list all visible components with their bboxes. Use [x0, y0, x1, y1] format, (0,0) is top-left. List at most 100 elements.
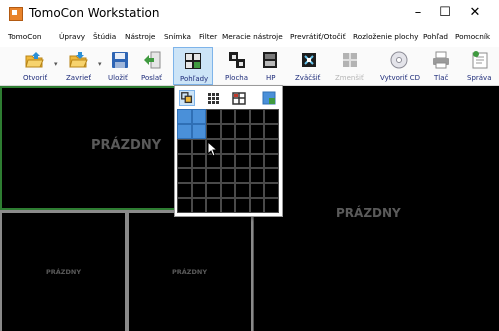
message-button[interactable]: Správa	[465, 47, 495, 85]
app-icon	[9, 7, 23, 21]
layout-grid-cell[interactable]	[177, 153, 192, 169]
views-button[interactable]: Pohľady	[173, 47, 213, 85]
menu-nastroje[interactable]: Nástroje	[125, 32, 155, 41]
menu-meracie-nastroje[interactable]: Meracie nástroje	[222, 32, 283, 41]
send-icon	[144, 51, 161, 69]
layout-grid-cell[interactable]	[249, 123, 265, 139]
minimize-button[interactable]: –	[407, 3, 429, 23]
layout-grid-cell[interactable]	[249, 168, 265, 184]
layout-grid-cell[interactable]	[264, 138, 279, 154]
layout-grid-cell[interactable]	[220, 183, 236, 199]
layout-grid-cell[interactable]	[191, 183, 207, 199]
viewport-main-label: PRÁZDNY	[91, 138, 162, 153]
open-label: Otvoriť	[23, 74, 48, 82]
views-label: Pohľady	[180, 75, 209, 83]
layout-grid-cell[interactable]	[177, 138, 192, 154]
zoom-in-button[interactable]: Zväčšiť	[293, 47, 325, 85]
layout-grid-cell[interactable]	[177, 198, 192, 213]
layout-custom-button[interactable]	[261, 90, 277, 106]
layout-grid-cell[interactable]	[220, 138, 236, 154]
layout-grid-cell[interactable]	[191, 198, 207, 213]
layout-grid-cell[interactable]	[220, 109, 236, 124]
menu-prevratit-otocit[interactable]: Prevrátiť/Otočiť	[290, 32, 346, 41]
layout-grid-cell[interactable]	[235, 123, 250, 139]
send-button[interactable]: Poslať	[138, 47, 166, 85]
viewport-bottom-mid-label: PRÁZDNY	[172, 268, 208, 276]
layout-grid-cell[interactable]	[235, 183, 250, 199]
toolbar: Otvoriť ▾ Zavrieť ▾ Uložiť Poslať Pohľad…	[0, 47, 499, 86]
viewport-bottom-left[interactable]: PRÁZDNY	[2, 213, 125, 331]
menu-tomocon[interactable]: TomoCon	[8, 32, 41, 41]
layout-grid-cell[interactable]	[191, 138, 207, 154]
layout-grid-cell[interactable]	[191, 153, 207, 169]
layout-split-button[interactable]	[231, 90, 247, 106]
layout-grid-cell[interactable]	[235, 198, 250, 213]
hp-button[interactable]: HP	[257, 47, 283, 85]
menu-snimka[interactable]: Snímka	[164, 32, 191, 41]
menu-studia[interactable]: Štúdia	[93, 32, 116, 41]
layout-grid-cell[interactable]	[264, 109, 279, 124]
desktop-button[interactable]: Plocha	[221, 47, 253, 85]
layout-grid-cell[interactable]	[220, 123, 236, 139]
layout-grid-cell[interactable]	[177, 183, 192, 199]
layout-grid-cell[interactable]	[264, 168, 279, 184]
layout-grid-cell[interactable]	[235, 168, 250, 184]
menu-upravy[interactable]: Úpravy	[59, 32, 85, 41]
layout-grid-cell[interactable]	[249, 138, 265, 154]
layout-grid-cell[interactable]	[264, 123, 279, 139]
layout-grid-cell[interactable]	[177, 168, 192, 184]
close-study-button[interactable]: Zavrieť	[62, 47, 98, 85]
layout-grid[interactable]	[177, 109, 279, 213]
viewport-right-label: PRÁZDNY	[336, 206, 401, 220]
hp-label: HP	[266, 74, 276, 82]
layout-grid-cell[interactable]	[191, 168, 207, 184]
print-label: Tlač	[434, 74, 449, 82]
layout-grid-cell[interactable]	[206, 109, 221, 124]
zoom-out-button[interactable]: Zmenšiť	[333, 47, 367, 85]
layout-grid-cell[interactable]	[235, 109, 250, 124]
maximize-button[interactable]: ☐	[434, 3, 456, 23]
close-button[interactable]: ✕	[464, 3, 486, 23]
layout-picker-popup	[174, 85, 283, 217]
layout-grid-cell[interactable]	[264, 183, 279, 199]
layout-grid-cell[interactable]	[235, 153, 250, 169]
menu-pohlad[interactable]: Pohľad	[423, 32, 448, 41]
layout-grid-button[interactable]	[205, 90, 221, 106]
layout-grid-cell[interactable]	[191, 123, 207, 139]
layout-grid-cell[interactable]	[206, 168, 221, 184]
layout-grid-cell[interactable]	[206, 198, 221, 213]
close-dropdown-arrow[interactable]: ▾	[98, 60, 102, 68]
layout-grid-cell[interactable]	[220, 168, 236, 184]
layout-grid-icon	[208, 93, 219, 104]
layout-grid-cell[interactable]	[264, 153, 279, 169]
menu-filter[interactable]: Filter	[199, 32, 217, 41]
menu-rozlozenie-plochy[interactable]: Rozloženie plochy	[353, 32, 418, 41]
layout-grid-cell[interactable]	[206, 183, 221, 199]
create-cd-button[interactable]: Vytvoriť CD	[378, 47, 420, 85]
layout-grid-cell[interactable]	[249, 109, 265, 124]
viewport-bottom-mid[interactable]: PRÁZDNY	[129, 213, 251, 331]
open-button[interactable]: Otvoriť	[14, 47, 54, 85]
layout-grid-cell[interactable]	[206, 123, 221, 139]
layout-grid-cell[interactable]	[220, 153, 236, 169]
layout-grid-cell[interactable]	[249, 183, 265, 199]
layout-grid-cell[interactable]	[191, 109, 207, 124]
folder-close-icon	[69, 52, 88, 68]
open-dropdown-arrow[interactable]: ▾	[54, 60, 58, 68]
print-button[interactable]: Tlač	[429, 47, 453, 85]
layout-custom-icon	[262, 91, 276, 105]
layout-overlap-button[interactable]	[179, 90, 195, 106]
layout-grid-cell[interactable]	[177, 109, 192, 124]
layout-grid-cell[interactable]	[235, 138, 250, 154]
hp-icon	[263, 52, 277, 68]
menu-pomocnik[interactable]: Pomocník	[455, 32, 490, 41]
folder-open-icon	[25, 52, 44, 68]
layout-grid-cell[interactable]	[249, 153, 265, 169]
layout-grid-cell[interactable]	[249, 198, 265, 213]
save-button[interactable]: Uložiť	[106, 47, 134, 85]
viewport-bottom-left-label: PRÁZDNY	[46, 268, 82, 276]
viewport-right[interactable]: PRÁZDNY	[253, 86, 499, 331]
layout-grid-cell[interactable]	[177, 123, 192, 139]
layout-grid-cell[interactable]	[220, 198, 236, 213]
layout-grid-cell[interactable]	[264, 198, 279, 213]
